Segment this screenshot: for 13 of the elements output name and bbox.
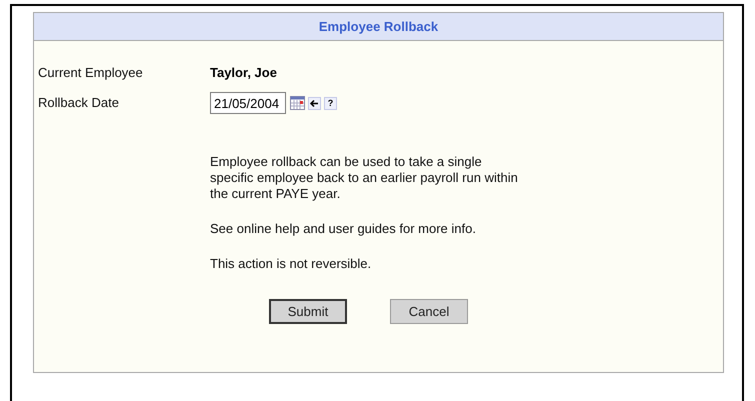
info-text: See online help and user guides for more info.: [210, 221, 477, 237]
employee-name: Taylor, Joe: [210, 64, 277, 82]
date-field[interactable]: 21/05/2004: [210, 92, 286, 114]
back-arrow-icon[interactable]: [308, 96, 321, 110]
info-text: Employee rollback can be used to take a single specific employee back to an earlier payroll run within the current PAYE year.: [210, 154, 519, 202]
field-label: Current Employee: [38, 64, 144, 82]
field-label: Rollback Date: [38, 94, 120, 112]
info-text: This action is not reversible.: [210, 256, 372, 272]
form-button[interactable]: Submit: [269, 299, 347, 324]
calendar-icon[interactable]: [290, 96, 305, 110]
panel-title: Employee Rollback: [318, 18, 438, 36]
form-button[interactable]: Cancel: [390, 299, 468, 324]
help-button[interactable]: ?: [324, 96, 337, 110]
